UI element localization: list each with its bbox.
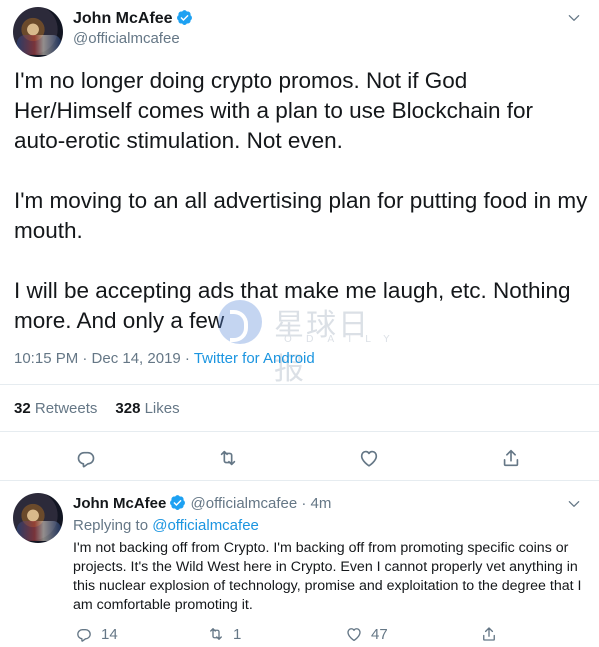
share-icon [483,627,495,641]
avatar[interactable] [13,493,63,543]
reply-button[interactable]: 14 [75,624,118,644]
replying-to: Replying to @officialmcafee [73,517,259,534]
tweet-source-link[interactable]: Twitter for Android [194,350,315,367]
author-name[interactable]: John McAfee [73,9,193,28]
retweets-label: Retweets [34,400,98,417]
divider [0,384,599,385]
retweet-icon[interactable] [217,447,239,469]
verified-badge-icon [176,10,192,25]
likes-label: Likes [144,400,180,417]
share-button[interactable] [480,624,506,644]
tweet-paragraph: I'm moving to an all advertising plan fo… [14,188,588,243]
like-count: 47 [371,625,388,643]
share-icon[interactable] [500,447,522,469]
tweet-paragraph: I will be accepting ads that make me lau… [14,278,571,333]
like-button[interactable]: 47 [345,624,388,644]
likes-count: 328 [115,400,141,417]
replying-to-mention[interactable]: @officialmcafee [152,517,259,534]
reply-icon[interactable] [75,447,97,469]
verified-badge-icon [170,495,186,510]
tweet-text: I'm no longer doing crypto promos. Not i… [14,66,589,336]
chevron-down-icon[interactable] [567,497,581,511]
author-name-text: John McAfee [73,10,173,27]
retweet-button[interactable]: 1 [207,624,241,644]
divider [0,431,599,432]
tweet-paragraph: I'm no longer doing crypto promos. Not i… [14,68,533,153]
author-handle[interactable]: @officialmcafee [73,30,180,47]
reply-author-handle[interactable]: @officialmcafee [191,495,298,512]
tweet-timestamp[interactable]: 10:15 PM · Dec 14, 2019 · [14,350,194,367]
like-icon[interactable] [358,447,380,469]
reply-author-name[interactable]: John McAfee [73,495,166,512]
divider [0,480,599,481]
reply-author-line: John McAfee @officialmcafee · 4m [73,494,331,512]
like-icon [347,628,361,642]
chevron-down-icon[interactable] [567,11,581,25]
avatar[interactable] [13,7,63,57]
likes-stat[interactable]: 328 Likes [115,400,179,417]
replying-to-label: Replying to [73,517,153,534]
retweet-icon [210,628,222,640]
tweet-stats: 32 Retweets 328 Likes [14,400,180,417]
reply-icon [77,628,91,642]
retweets-stat[interactable]: 32 Retweets [14,400,97,417]
main-tweet: John McAfee @officialmcafee I'm no longe… [0,0,599,480]
retweet-count: 1 [233,625,242,643]
reply-count: 14 [101,625,118,643]
reply-time-ago[interactable]: · 4m [301,495,331,512]
reply-text: I'm not backing off from Crypto. I'm bac… [73,540,582,613]
retweets-count: 32 [14,400,31,417]
tweet-meta: 10:15 PM · Dec 14, 2019 · Twitter for An… [14,350,315,367]
